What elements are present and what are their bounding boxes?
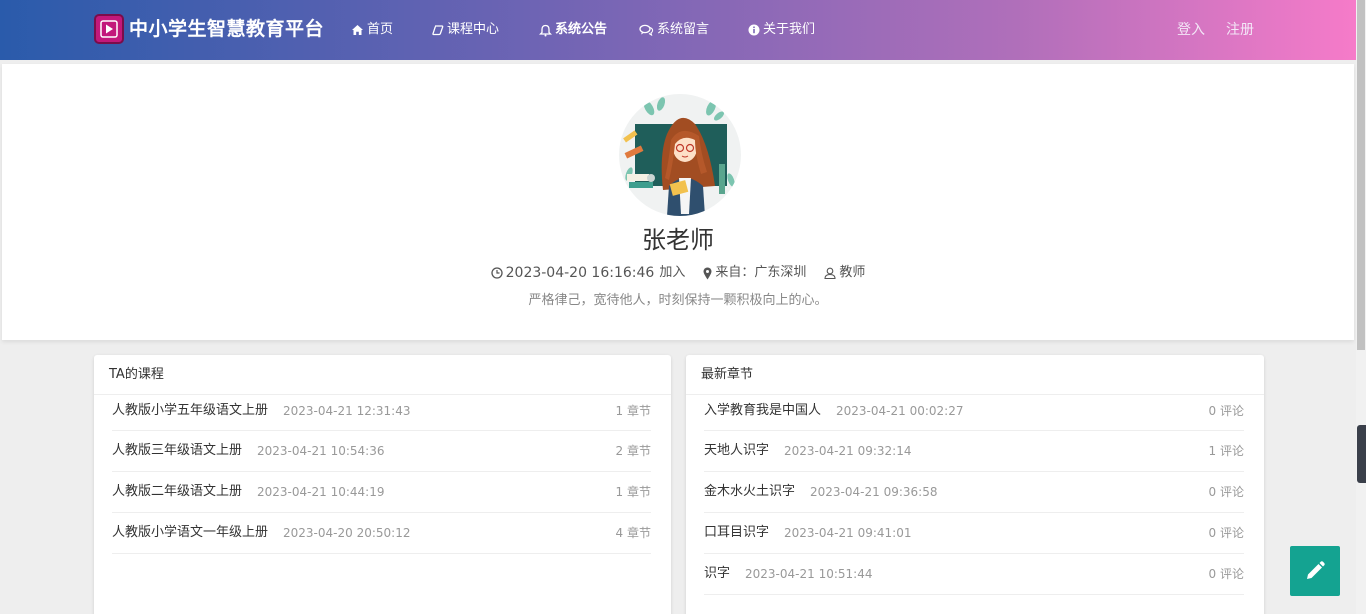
courses-card: TA的课程 人教版小学五年级语文上册 2023-04-21 12:31:43 1… bbox=[94, 355, 671, 614]
nav-messages-label: 系统留言 bbox=[657, 22, 710, 37]
chapters-card: 最新章节 入学教育我是中国人 2023-04-21 00:02:27 0 评论 … bbox=[686, 355, 1264, 614]
chapter-title: 天地人识字 bbox=[704, 443, 770, 458]
course-date: 2023-04-21 10:44:19 bbox=[257, 485, 385, 499]
side-widget-tab[interactable] bbox=[1357, 425, 1366, 483]
list-item[interactable]: 金木水火土识字 2023-04-21 09:36:58 0 评论 bbox=[704, 472, 1244, 513]
course-date: 2023-04-21 12:31:43 bbox=[283, 404, 411, 418]
chapters-list: 入学教育我是中国人 2023-04-21 00:02:27 0 评论 天地人识字… bbox=[686, 395, 1264, 595]
comments-icon bbox=[639, 24, 654, 36]
courses-card-title: TA的课程 bbox=[94, 355, 671, 395]
course-chapter-count: 1 章节 bbox=[615, 404, 651, 418]
location-text: 来自：广东深圳 bbox=[715, 265, 807, 280]
play-logo-icon bbox=[94, 14, 124, 44]
course-title: 人教版小学五年级语文上册 bbox=[112, 403, 269, 418]
list-item[interactable]: 口耳目识字 2023-04-21 09:41:01 0 评论 bbox=[704, 513, 1244, 554]
course-chapter-count: 4 章节 bbox=[615, 526, 651, 540]
chapter-date: 2023-04-21 09:41:01 bbox=[784, 526, 912, 540]
chapter-title: 口耳目识字 bbox=[704, 525, 770, 540]
course-title: 人教版小学语文一年级上册 bbox=[112, 525, 269, 540]
joined-suffix: 加入 bbox=[659, 265, 686, 280]
list-item[interactable]: 人教版二年级语文上册 2023-04-21 10:44:19 1 章节 bbox=[112, 472, 651, 513]
pencil-icon bbox=[1307, 561, 1325, 579]
nav-messages[interactable]: 系统留言 bbox=[639, 21, 709, 39]
nav-course-center-label: 课程中心 bbox=[447, 22, 500, 37]
nav-home-label: 首页 bbox=[367, 22, 394, 37]
chapter-date: 2023-04-21 09:32:14 bbox=[784, 444, 912, 458]
list-item[interactable]: 识字 2023-04-21 10:51:44 0 评论 bbox=[704, 554, 1244, 595]
chapter-comment-count: 0 评论 bbox=[1208, 485, 1244, 499]
chapter-date: 2023-04-21 10:51:44 bbox=[745, 567, 873, 581]
top-navbar: 中小学生智慧教育平台 首页 课程中心 系统公告 系统留言 关于我们 登入 注册 bbox=[0, 0, 1356, 60]
profile-panel: 张老师 2023-04-20 16:16:46 加入 来自：广东深圳 教师 严格… bbox=[2, 64, 1354, 340]
teacher-name: 张老师 bbox=[642, 226, 714, 254]
chapters-card-title: 最新章节 bbox=[686, 355, 1264, 395]
nav-announcements-label: 系统公告 bbox=[555, 22, 608, 37]
courses-list: 人教版小学五年级语文上册 2023-04-21 12:31:43 1 章节 人教… bbox=[94, 395, 671, 554]
role-info: 教师 bbox=[824, 265, 865, 281]
list-item[interactable]: 入学教育我是中国人 2023-04-21 00:02:27 0 评论 bbox=[704, 395, 1244, 431]
login-link[interactable]: 登入 bbox=[1177, 21, 1205, 39]
nav-home[interactable]: 首页 bbox=[351, 21, 393, 39]
map-marker-icon bbox=[703, 267, 712, 279]
list-item[interactable]: 人教版小学五年级语文上册 2023-04-21 12:31:43 1 章节 bbox=[112, 395, 651, 431]
nav-course-center[interactable]: 课程中心 bbox=[432, 21, 499, 39]
list-item[interactable]: 天地人识字 2023-04-21 09:32:14 1 评论 bbox=[704, 431, 1244, 472]
teacher-motto: 严格律己，宽待他人，时刻保持一颗积极向上的心。 bbox=[528, 293, 828, 308]
course-chapter-count: 1 章节 bbox=[615, 485, 651, 499]
chapter-title: 入学教育我是中国人 bbox=[704, 403, 822, 418]
user-icon bbox=[824, 267, 836, 279]
edit-fab-button[interactable] bbox=[1290, 546, 1340, 596]
list-item[interactable]: 人教版小学语文一年级上册 2023-04-20 20:50:12 4 章节 bbox=[112, 513, 651, 554]
scrollbar-thumb[interactable] bbox=[1357, 0, 1365, 350]
nav-announcements[interactable]: 系统公告 bbox=[539, 21, 607, 39]
chat-bubble-icon bbox=[432, 25, 444, 36]
chapter-comment-count: 0 评论 bbox=[1208, 526, 1244, 540]
course-date: 2023-04-21 10:54:36 bbox=[257, 444, 385, 458]
course-title: 人教版三年级语文上册 bbox=[112, 443, 243, 458]
nav-about-label: 关于我们 bbox=[763, 22, 816, 37]
brand-title: 中小学生智慧教育平台 bbox=[129, 18, 325, 40]
nav-about[interactable]: 关于我们 bbox=[748, 21, 815, 39]
course-chapter-count: 2 章节 bbox=[615, 444, 651, 458]
chapter-title: 金木水火土识字 bbox=[704, 484, 796, 499]
chapter-comment-count: 0 评论 bbox=[1208, 404, 1244, 418]
chapter-title: 识字 bbox=[704, 566, 731, 581]
list-item[interactable]: 人教版三年级语文上册 2023-04-21 10:54:36 2 章节 bbox=[112, 431, 651, 472]
joined-info: 2023-04-20 16:16:46 加入 bbox=[490, 265, 686, 281]
register-link[interactable]: 注册 bbox=[1226, 21, 1254, 39]
chapter-date: 2023-04-21 00:02:27 bbox=[836, 404, 964, 418]
profile-meta: 2023-04-20 16:16:46 加入 来自：广东深圳 教师 bbox=[2, 265, 1354, 281]
role-text: 教师 bbox=[839, 265, 866, 280]
clock-icon bbox=[490, 267, 503, 279]
home-icon bbox=[352, 25, 363, 35]
chapter-comment-count: 1 评论 bbox=[1208, 444, 1244, 458]
chapter-date: 2023-04-21 09:36:58 bbox=[810, 485, 938, 499]
brand[interactable]: 中小学生智慧教育平台 bbox=[94, 14, 324, 44]
chapter-comment-count: 0 评论 bbox=[1208, 567, 1244, 581]
bell-icon bbox=[539, 24, 552, 36]
teacher-avatar bbox=[619, 94, 741, 216]
course-date: 2023-04-20 20:50:12 bbox=[283, 526, 411, 540]
location-info: 来自：广东深圳 bbox=[703, 265, 806, 281]
joined-time: 2023-04-20 16:16:46 bbox=[505, 265, 655, 281]
info-circle-icon bbox=[748, 24, 760, 36]
course-title: 人教版二年级语文上册 bbox=[112, 484, 243, 499]
